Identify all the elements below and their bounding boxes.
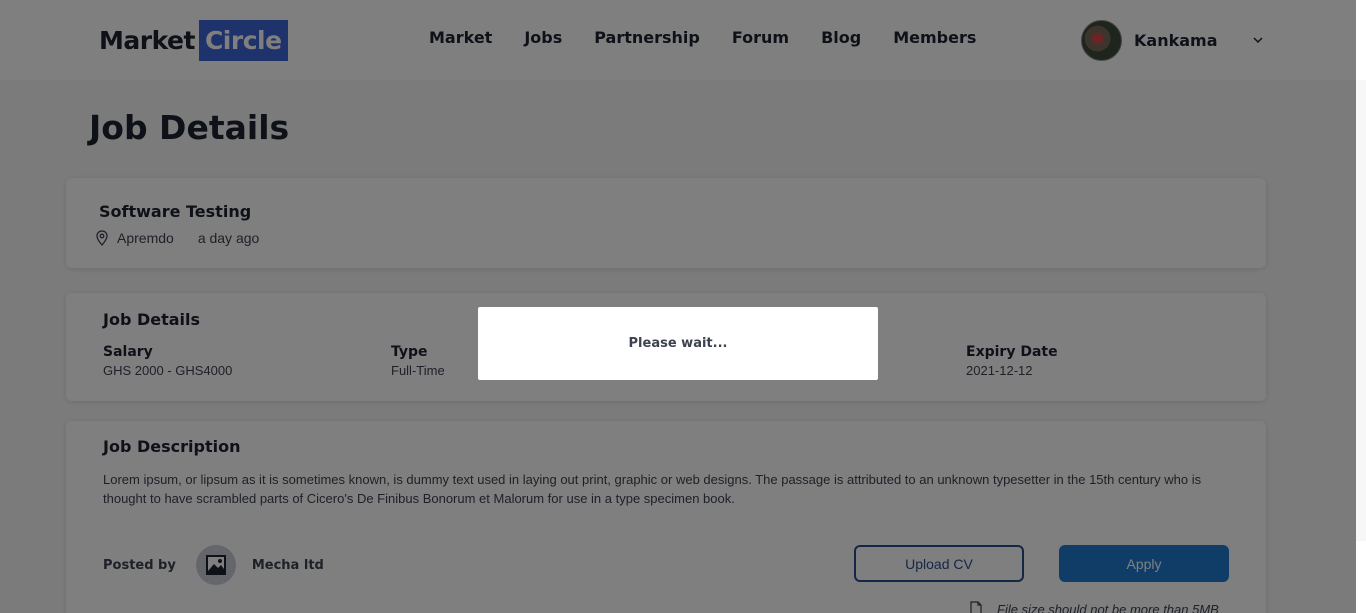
loading-message: Please wait...	[628, 336, 728, 351]
scrollbar[interactable]	[1356, 541, 1366, 613]
loading-dialog: Please wait...	[478, 307, 878, 380]
